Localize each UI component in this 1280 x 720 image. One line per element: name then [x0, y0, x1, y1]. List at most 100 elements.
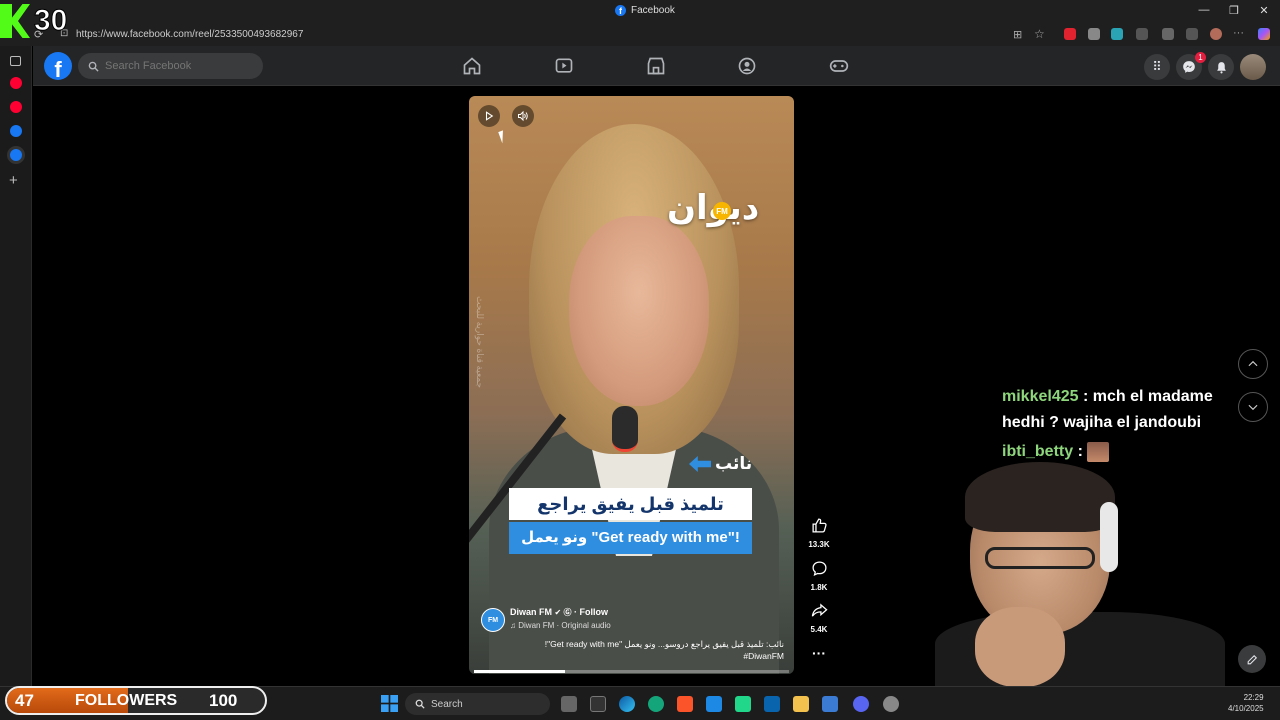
search-icon [88, 61, 99, 72]
app-icon[interactable] [706, 696, 722, 712]
webcam-person-hair [965, 462, 1115, 532]
windows-start-icon[interactable] [381, 695, 398, 712]
followers-label: FOLLOWERS [75, 691, 178, 709]
video-watermark: جمعية قناة حوارية للبحث [475, 296, 485, 389]
chat-username: mikkel425 [1002, 388, 1079, 405]
favorite-star-icon[interactable]: ☆ [1034, 27, 1045, 41]
tab-facebook-active[interactable] [10, 149, 22, 161]
window-title-text: Facebook [631, 5, 675, 16]
messenger-badge: 1 [1195, 52, 1206, 63]
file-explorer-icon[interactable] [793, 696, 809, 712]
taskbar-clock[interactable]: 22:29 4/10/2025 [1228, 692, 1264, 714]
facebook-logo-letter: f [54, 57, 62, 80]
marketplace-icon[interactable] [646, 56, 666, 76]
followers-goal-bar: 47 FOLLOWERS 100 [5, 686, 267, 715]
terminal-icon[interactable] [590, 696, 606, 712]
tab-youtube-2[interactable] [10, 101, 22, 113]
discord-icon[interactable] [853, 696, 869, 712]
tab-facebook-1[interactable] [10, 125, 22, 137]
music-note-icon: ♫ [510, 621, 519, 630]
overlay-counter: 30 [33, 4, 68, 38]
share-icon [811, 603, 828, 617]
thumbs-up-icon [811, 518, 827, 533]
kick-logo-icon [0, 4, 30, 38]
volume-button[interactable] [512, 105, 534, 127]
video-icon[interactable] [554, 56, 574, 76]
facebook-logo-icon[interactable]: f [44, 52, 72, 80]
home-icon[interactable] [462, 56, 482, 76]
taskbar-search[interactable]: Search [405, 693, 550, 715]
followers-goal: 100 [209, 690, 238, 710]
video-person-face [569, 216, 709, 406]
more-menu-icon[interactable]: ··· [1233, 27, 1244, 39]
video-progress-fill [474, 670, 566, 673]
vertical-tab-strip: + [0, 46, 32, 686]
outlook-icon[interactable] [764, 696, 780, 712]
gaming-icon[interactable] [829, 56, 849, 76]
comment-button[interactable]: 1.8K [806, 560, 832, 592]
restore-icon[interactable]: ❐ [1226, 4, 1242, 17]
groups-icon[interactable] [737, 56, 757, 76]
reel-video[interactable]: ديوان FM جمعية قناة حوارية للبحث نائب تل… [469, 96, 794, 674]
headphones-icon [1100, 502, 1118, 572]
search-box[interactable] [78, 53, 263, 79]
extension-adblock-icon[interactable] [1064, 28, 1076, 40]
menu-grid-icon[interactable]: ⠿ [1144, 54, 1170, 80]
share-count: 5.4K [810, 625, 828, 634]
microphone-icon [612, 406, 638, 452]
chat-emote-icon [1087, 442, 1110, 462]
copilot-icon[interactable] [1258, 28, 1270, 40]
previous-reel-button[interactable] [1238, 349, 1268, 379]
close-icon[interactable]: ✕ [1256, 4, 1272, 17]
account-avatar[interactable] [1240, 54, 1266, 80]
collections-icon[interactable] [1186, 28, 1198, 40]
notifications-bell-icon[interactable] [1208, 54, 1234, 80]
globe-icon: Ⓖ [563, 608, 572, 617]
play-button[interactable] [478, 105, 500, 127]
clock-date: 4/10/2025 [1228, 704, 1264, 713]
more-options-icon[interactable]: ··· [806, 645, 832, 661]
task-view-icon[interactable] [561, 696, 577, 712]
facebook-header: f ⠿ [33, 46, 1280, 86]
extension-translate-icon[interactable] [1111, 28, 1123, 40]
reel-hashtag[interactable]: #DiwanFM [489, 651, 784, 661]
station-fm-badge: FM [713, 202, 731, 220]
brave-icon[interactable] [677, 696, 693, 712]
channel-avatar[interactable]: FM [481, 608, 505, 632]
next-reel-button[interactable] [1238, 392, 1268, 422]
edge-icon[interactable] [619, 696, 635, 712]
webcam-person-hand [975, 607, 1065, 687]
search-input[interactable] [105, 60, 255, 72]
vscode-insiders-icon[interactable] [648, 696, 664, 712]
video-progress-bar[interactable] [474, 670, 789, 673]
tab-youtube-1[interactable] [10, 77, 22, 89]
comment-count: 1.8K [810, 583, 828, 592]
new-message-button[interactable] [1238, 645, 1266, 673]
audio-label: Diwan FM · Original audio [518, 621, 611, 630]
url-text[interactable]: https://www.facebook.com/reel/2533500493… [76, 29, 303, 40]
performance-icon[interactable] [1162, 28, 1174, 40]
app-tray-icon[interactable] [883, 696, 899, 712]
tab-actions-icon[interactable] [10, 56, 21, 66]
chat-message: ibti_betty : [1002, 442, 1110, 462]
minimize-icon[interactable]: — [1196, 4, 1212, 16]
tag-text: نائب [715, 454, 753, 473]
share-button[interactable]: 5.4K [806, 602, 832, 634]
new-tab-icon[interactable]: + [9, 172, 18, 189]
reel-description: نائب: تلميذ قبل يفيق يراجع دروسو... ونو … [544, 639, 784, 649]
channel-name[interactable]: Diwan FM [510, 607, 552, 617]
comment-icon [811, 561, 827, 576]
edit-icon [1247, 654, 1257, 664]
chat-message: mikkel425 : mch el madame hedhi ? wajiha… [1002, 388, 1213, 431]
store-icon[interactable] [822, 696, 838, 712]
profile-avatar-icon[interactable] [1210, 28, 1222, 40]
like-button[interactable]: 13.3K [806, 517, 832, 549]
extensions-puzzle-icon[interactable] [1136, 28, 1148, 40]
extension-notion-icon[interactable] [1088, 28, 1100, 40]
audio-info[interactable]: ♫ Diwan FM · Original audio [510, 621, 611, 630]
pycharm-icon[interactable] [735, 696, 751, 712]
arrow-left-icon [689, 456, 711, 472]
app-available-icon[interactable]: ⊞ [1013, 28, 1022, 41]
volume-icon [518, 110, 528, 122]
follow-button[interactable]: · Follow [574, 607, 608, 617]
